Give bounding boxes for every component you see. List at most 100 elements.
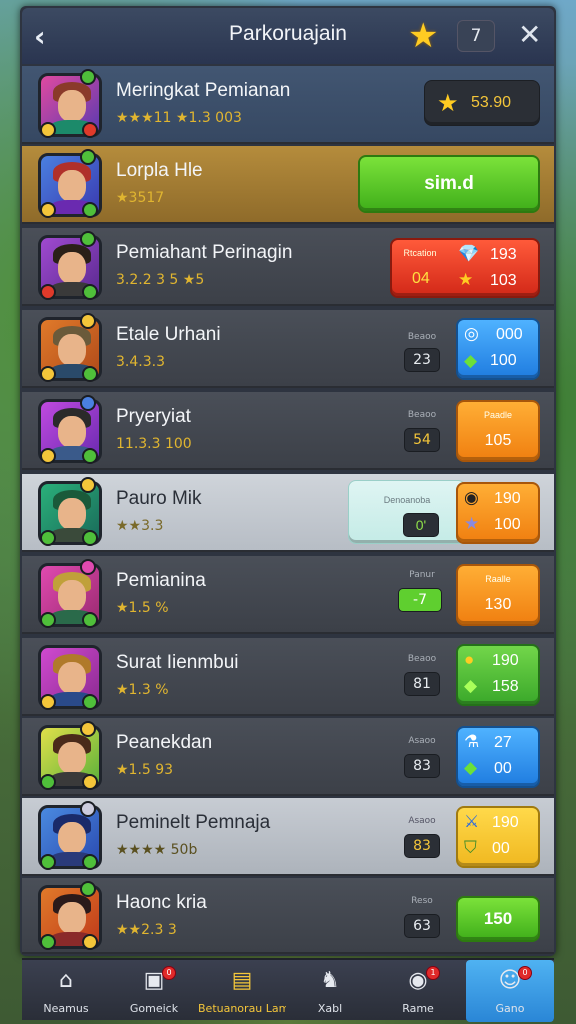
star-icon: ★ xyxy=(464,514,480,533)
reward-button[interactable]: ◉ 190 ★ 100 xyxy=(456,482,540,544)
gem-icon xyxy=(82,448,98,464)
reward-value-1: 190 xyxy=(492,814,519,831)
gem-icon xyxy=(40,934,56,950)
nav-label: Gomeick xyxy=(129,1002,179,1015)
nav-label: Betuanorau Lamra xyxy=(198,1002,286,1015)
player-stats: ★3517 xyxy=(116,190,165,206)
gem-icon xyxy=(82,366,98,382)
badge-icon xyxy=(80,477,96,493)
reward-value-2: 00 xyxy=(494,760,512,777)
rank-label: Beaoo xyxy=(407,654,437,664)
sword-icon: ⚔ xyxy=(464,812,480,831)
status-panel: Denoanoba 0' xyxy=(348,480,466,544)
badge-icon xyxy=(80,395,96,411)
list-item[interactable]: Meringkat Pemianan ★★★11 ★1.3 003 ★ 53.9… xyxy=(22,66,554,144)
list-item[interactable]: Haonc kria ★★2.3 3 Reso 63 150 xyxy=(22,878,554,954)
reward-button[interactable]: 150 xyxy=(456,896,540,942)
list-item[interactable]: Pauro Mik ★★3.3 Denoanoba 0' ◉ 190 ★ 100 xyxy=(22,474,554,552)
list-item[interactable]: Surat Iienmbui ★1.3 % Beaoo 81 ● 190 ◆ 1… xyxy=(22,638,554,716)
player-name: Meringkat Pemianan xyxy=(116,80,291,101)
nav-events[interactable]: ▤ Betuanorau Lamra xyxy=(198,960,286,1022)
reward-value-1: 27 xyxy=(494,734,512,751)
claim-button[interactable]: sim.d xyxy=(358,155,540,213)
header-bar: ‹ Parkoruajain ★ 7 ✕ xyxy=(22,8,554,64)
player-name: Peanekdan xyxy=(116,732,213,753)
reward-value-1: 000 xyxy=(496,326,523,343)
nav-label: Neamus xyxy=(43,1002,89,1015)
player-name: Surat Iienmbui xyxy=(116,652,239,673)
score-button[interactable]: ★ 53.90 xyxy=(424,80,540,126)
reward-button[interactable]: Paadle 105 xyxy=(456,400,540,462)
nav-games[interactable]: ▣ 0 Gomeick xyxy=(110,960,198,1022)
reward-button[interactable]: ◎ 000 ◆ 100 xyxy=(456,318,540,380)
star-icon xyxy=(40,694,56,710)
bottom-nav: ⌂ Neamus ▣ 0 Gomeick ▤ Betuanorau Lamra … xyxy=(22,958,554,1022)
gem-icon: 💎 xyxy=(458,244,480,263)
reward-value-2: 100 xyxy=(494,516,521,533)
badge-icon xyxy=(80,313,96,329)
reward-button[interactable]: Raalle 130 xyxy=(456,564,540,626)
badge-icon xyxy=(80,559,96,575)
rank-label: Panur xyxy=(409,570,435,580)
notification-badge: 0 xyxy=(162,966,176,980)
gem-icon xyxy=(40,612,56,628)
list-item[interactable]: Peanekdan ★1.5 93 Asaoo 83 ⚗ 27 ◆ 00 xyxy=(22,718,554,796)
close-icon[interactable]: ✕ xyxy=(518,18,541,51)
list-item[interactable]: Etale Urhani 3.4.3.3 Beaoo 23 ◎ 000 ◆ 10… xyxy=(22,310,554,388)
nav-label: Gano xyxy=(495,1002,525,1015)
list-item[interactable]: Pemiahant Perinagin 3.2.2 3 5 ★5 Rtcatio… xyxy=(22,228,554,306)
badge-icon xyxy=(80,801,96,817)
rank-value: 83 xyxy=(404,754,440,778)
coin-icon: ◎ xyxy=(464,324,479,343)
user-icon: ☺ xyxy=(498,968,522,993)
player-stats: ★★2.3 3 xyxy=(116,922,177,938)
player-name: Pemiahant Perinagin xyxy=(116,242,293,263)
player-name: Pemianina xyxy=(116,570,206,591)
list-item[interactable]: Lorpla Hle ★3517 sim.d xyxy=(22,146,554,224)
notification-badge: 1 xyxy=(426,966,440,980)
star-icon[interactable]: ★ xyxy=(408,16,438,56)
header-count-badge[interactable]: 7 xyxy=(457,20,495,52)
nav-heroes[interactable]: ♞ Xabl xyxy=(286,960,374,1022)
gem-icon xyxy=(40,530,56,546)
reward-value-2: 100 xyxy=(490,352,517,369)
reward-value: 105 xyxy=(484,432,512,449)
rank-value: 81 xyxy=(404,672,440,696)
gem-icon: ◆ xyxy=(464,676,478,695)
rank-value: -7 xyxy=(398,588,442,612)
reward-button[interactable]: ⚔ 190 ⛉ 00 xyxy=(456,806,540,868)
chat-icon: ◉ xyxy=(408,968,428,993)
nav-label: Xabl xyxy=(317,1002,343,1015)
star-icon xyxy=(40,448,56,464)
rank-value: 83 xyxy=(404,834,440,858)
reward-button[interactable]: Rtcation 04 💎 193 ★ 103 xyxy=(390,238,540,298)
nav-home[interactable]: ⌂ Neamus xyxy=(22,960,110,1022)
reward-button[interactable]: ⚗ 27 ◆ 00 xyxy=(456,726,540,788)
home-icon: ⌂ xyxy=(59,968,73,993)
player-stats: ★1.3 % xyxy=(116,682,169,698)
reward-button[interactable]: ● 190 ◆ 158 xyxy=(456,644,540,706)
star-icon xyxy=(82,934,98,950)
player-name: Pryeryiat xyxy=(116,406,191,427)
nav-profile[interactable]: ☺ 0 Gano xyxy=(466,960,554,1022)
badge-icon xyxy=(80,721,96,737)
list-item[interactable]: Peminelt Pemnaja ★★★★ 50b Asaoo 83 ⚔ 190… xyxy=(22,798,554,876)
list-item[interactable]: Pemianina ★1.5 % Panur -7 Raalle 130 xyxy=(22,556,554,634)
player-name: Etale Urhani xyxy=(116,324,221,345)
star-icon xyxy=(40,122,56,138)
player-stats: ★1.5 93 xyxy=(116,762,174,778)
reward-value-2: 00 xyxy=(492,840,510,857)
player-name: Haonc kria xyxy=(116,892,207,913)
coin-icon: ◉ xyxy=(464,488,479,507)
rank-label: Asaoo xyxy=(408,736,436,746)
rank-label: Denoanoba xyxy=(383,495,431,505)
reward-label: Paadle xyxy=(483,410,513,420)
reward-value-2: 103 xyxy=(490,272,517,289)
list-item[interactable]: Pryeryiat 11.3.3 100 Beaoo 54 Paadle 105 xyxy=(22,392,554,470)
star-icon: ★ xyxy=(458,270,474,289)
player-stats: ★★★11 ★1.3 003 xyxy=(116,110,242,126)
reward-value-1: 193 xyxy=(490,246,517,263)
player-stats: 3.4.3.3 xyxy=(116,354,165,370)
potion-icon: ⚗ xyxy=(464,732,480,751)
nav-game[interactable]: ◉ 1 Rame xyxy=(374,960,462,1022)
